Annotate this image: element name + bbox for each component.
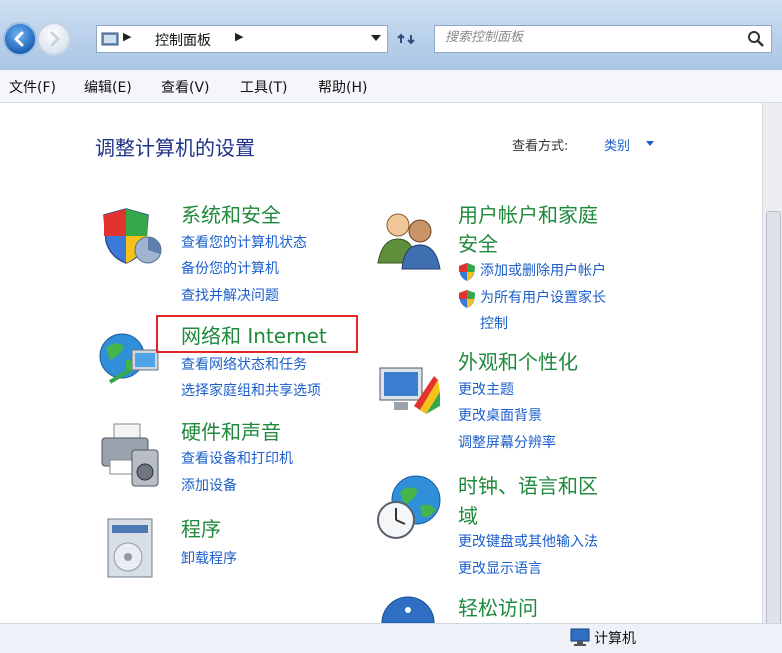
menu-help[interactable]: 帮助(H): [318, 77, 367, 97]
ease-of-access-icon: [381, 596, 435, 623]
control-panel-icon: [101, 32, 119, 46]
refresh-icon: [397, 33, 415, 45]
category-user-accounts[interactable]: 用户帐户和家庭: [458, 201, 598, 229]
scrollbar-thumb[interactable]: [766, 211, 781, 633]
search-box[interactable]: [434, 25, 772, 53]
status-text: 计算机: [594, 631, 636, 647]
link-screen-resolution[interactable]: 调整屏幕分辨率: [458, 433, 556, 453]
category-clock-language-region[interactable]: 时钟、语言和区: [458, 472, 598, 500]
breadcrumb[interactable]: 控制面板: [155, 30, 211, 50]
category-user-accounts-line2[interactable]: 安全: [458, 230, 498, 258]
search-input[interactable]: [443, 29, 737, 46]
category-clock-language-region-line2[interactable]: 域: [458, 502, 478, 530]
clock-globe-icon: [377, 475, 441, 539]
dropdown-arrow-icon[interactable]: [646, 141, 654, 146]
forward-arrow-icon: [50, 31, 60, 47]
link-change-theme[interactable]: 更改主题: [458, 380, 514, 400]
link-backup-computer[interactable]: 备份您的计算机: [181, 259, 279, 279]
search-icon[interactable]: [747, 30, 765, 48]
link-uninstall-program[interactable]: 卸载程序: [181, 549, 237, 569]
network-globe-icon: [99, 333, 159, 384]
category-ease-of-access[interactable]: 轻松访问: [458, 594, 538, 622]
back-arrow-icon: [14, 31, 24, 47]
category-appearance[interactable]: 外观和个性化: [458, 348, 578, 376]
chevron-right-icon[interactable]: ▶: [235, 30, 243, 43]
chevron-right-icon: ▶: [123, 30, 132, 43]
forward-button[interactable]: [37, 22, 71, 56]
link-change-display-language[interactable]: 更改显示语言: [458, 559, 542, 579]
link-homegroup-sharing[interactable]: 选择家庭组和共享选项: [181, 381, 321, 401]
menu-edit[interactable]: 编辑(E): [84, 77, 132, 97]
menu-view[interactable]: 查看(V): [161, 77, 210, 97]
page-title: 调整计算机的设置: [95, 136, 255, 160]
users-icon: [377, 213, 441, 270]
printer-icon: [101, 423, 159, 487]
link-change-background[interactable]: 更改桌面背景: [458, 406, 542, 426]
link-change-keyboard-input[interactable]: 更改键盘或其他输入法: [458, 532, 598, 552]
link-add-remove-users[interactable]: 添加或删除用户帐户: [480, 261, 606, 281]
view-by-dropdown[interactable]: 类别: [604, 135, 630, 154]
category-system-security[interactable]: 系统和安全: [181, 201, 281, 229]
category-hardware-sound[interactable]: 硬件和声音: [181, 418, 281, 446]
programs-icon: [107, 518, 153, 578]
appearance-icon: [379, 367, 440, 414]
vertical-scrollbar[interactable]: [762, 103, 782, 633]
link-view-computer-status[interactable]: 查看您的计算机状态: [181, 233, 307, 253]
link-add-device[interactable]: 添加设备: [181, 476, 237, 496]
computer-icon: [570, 628, 590, 646]
link-devices-printers[interactable]: 查看设备和打印机: [181, 449, 293, 469]
category-network-internet[interactable]: 网络和 Internet: [181, 322, 327, 350]
view-by-label: 查看方式:: [512, 139, 569, 154]
uac-shield-icon: [459, 290, 475, 308]
status-bar: [0, 623, 782, 653]
address-dropdown-icon[interactable]: [371, 35, 381, 41]
link-parental-controls[interactable]: 为所有用户设置家长: [480, 288, 606, 308]
menu-file[interactable]: 文件(F): [9, 77, 56, 97]
link-network-status[interactable]: 查看网络状态和任务: [181, 355, 307, 375]
back-button[interactable]: [3, 22, 37, 56]
address-field[interactable]: ▶ 控制面板 ▶: [96, 25, 388, 53]
shield-icon: [103, 208, 162, 264]
menu-tools[interactable]: 工具(T): [240, 77, 287, 97]
link-troubleshoot[interactable]: 查找并解决问题: [181, 286, 279, 306]
refresh-button[interactable]: [392, 25, 420, 53]
link-parental-controls-line2[interactable]: 控制: [480, 314, 508, 334]
menu-bar: 文件(F) 编辑(E) 查看(V) 工具(T) 帮助(H): [0, 70, 782, 103]
uac-shield-icon: [459, 263, 475, 281]
category-programs[interactable]: 程序: [181, 515, 221, 543]
